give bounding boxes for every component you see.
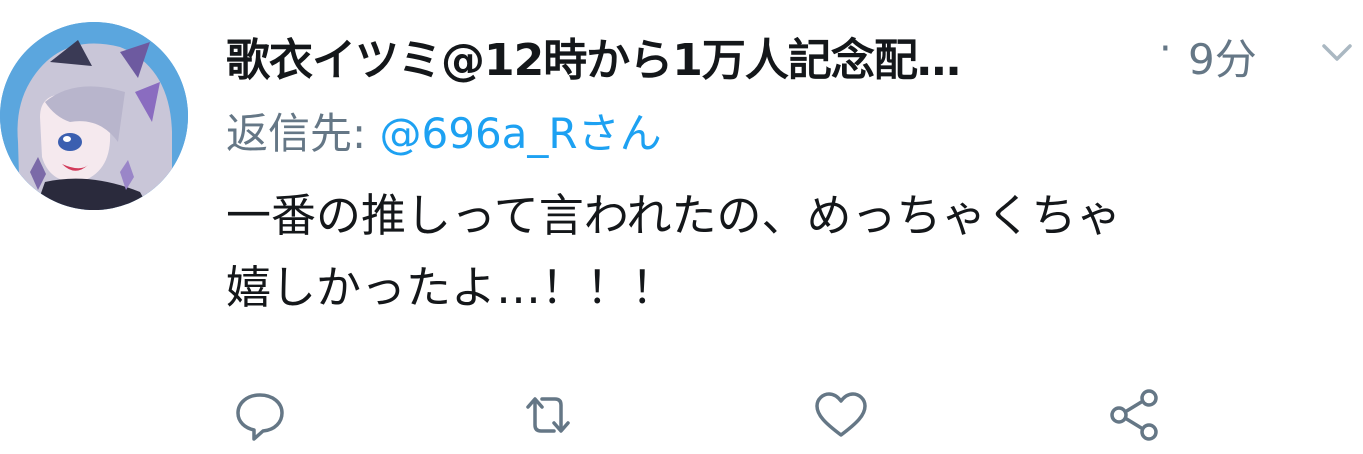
comment-icon xyxy=(236,393,284,441)
avatar[interactable] xyxy=(0,22,188,210)
avatar-image xyxy=(0,22,188,210)
tweet-text-line: 一番の推しって言われたの、めっちゃくちゃ xyxy=(226,189,1122,242)
tweet-card[interactable]: 歌衣イツミ@12時から1万人記念配… · 9分 返信先: @696a_Rさん 一… xyxy=(0,0,1363,454)
share-button[interactable] xyxy=(1104,385,1164,445)
reply-handle-link[interactable]: @696a_Rさん xyxy=(380,109,662,158)
reply-prefix: 返信先: xyxy=(226,109,380,158)
tweet-text-line: 嬉しかったよ…！！！ xyxy=(226,261,677,314)
like-button[interactable] xyxy=(811,385,871,445)
share-icon xyxy=(1110,389,1158,441)
heart-icon xyxy=(815,392,867,437)
tweet-text: 一番の推しって言われたの、めっちゃくちゃ 嬉しかったよ…！！！ xyxy=(226,180,1356,324)
tweet-actions xyxy=(226,385,1226,445)
retweet-button[interactable] xyxy=(518,385,578,445)
reply-context: 返信先: @696a_Rさん xyxy=(226,100,662,161)
display-name[interactable]: 歌衣イツミ@12時から1万人記念配… xyxy=(226,24,961,88)
retweet-icon xyxy=(526,397,570,433)
chevron-down-icon[interactable] xyxy=(1318,38,1356,66)
tweet-header: 歌衣イツミ@12時から1万人記念配… · 9分 xyxy=(226,16,1356,86)
reply-button[interactable] xyxy=(230,385,290,445)
timestamp[interactable]: 9分 xyxy=(1188,26,1257,87)
separator-dot: · xyxy=(1159,26,1172,72)
